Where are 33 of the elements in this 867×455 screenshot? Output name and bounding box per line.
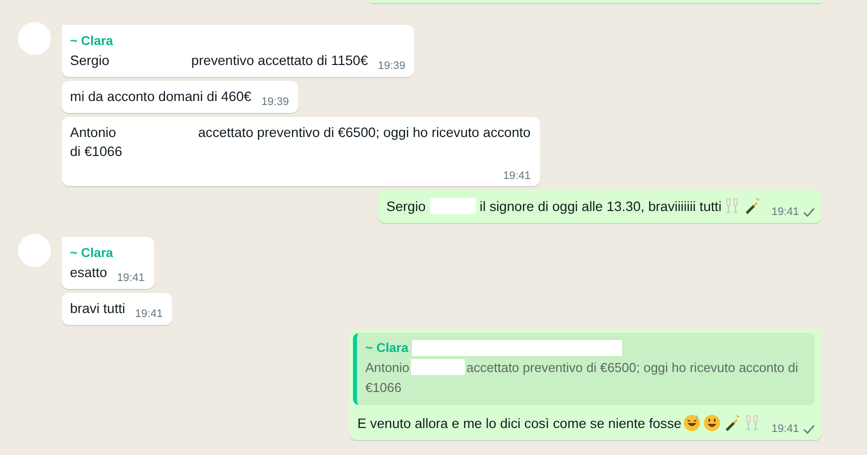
message-text: E venuto allora e me lo dici così come se niente fosse	[357, 416, 682, 431]
message-text: il signore di oggi alle 13.30, braviiiiiii tutti	[480, 199, 722, 214]
sender-name: ~ Clara	[365, 339, 408, 357]
message-time: 19:41	[117, 271, 145, 285]
message-time: 19:41	[135, 307, 163, 321]
message-text: mi da acconto domani di 460€	[70, 89, 252, 104]
avatar[interactable]	[18, 22, 51, 55]
quoted-text: Antonio	[365, 360, 410, 375]
message-text: accettato preventivo di €6500; oggi ho ricevuto acconto	[198, 125, 531, 140]
redaction	[411, 359, 466, 375]
message-time: 19:41	[503, 169, 531, 183]
quoted-text: €1066	[365, 379, 402, 397]
message-text: preventivo accettato di 1150€	[191, 53, 368, 68]
message-time: 19:41	[771, 422, 799, 436]
message-time: 19:39	[378, 59, 406, 73]
message-text: Sergio	[386, 199, 426, 214]
quoted-message[interactable]: ~ Clara Antonio accettato preventivo di €6500; oggi ho ricevuto acconto di €1066	[353, 333, 815, 405]
message-text: Antonio	[70, 125, 116, 140]
redaction	[430, 198, 476, 214]
message-text: esatto	[70, 265, 108, 280]
bottle-icon	[723, 414, 742, 432]
message-text: di €1066	[70, 143, 122, 161]
avatar[interactable]	[18, 234, 51, 267]
quoted-text: accettato preventivo di €6500; oggi ho ricevuto acconto di	[466, 360, 798, 375]
message-time: 19:41	[771, 205, 799, 219]
message-time: 19:39	[261, 95, 289, 109]
sender-name[interactable]: ~ Clara	[70, 31, 406, 51]
smiley-icon	[703, 414, 722, 432]
message-text: bravi tutti	[70, 301, 126, 316]
message-text: Sergio	[70, 53, 110, 68]
bottle-icon	[743, 197, 762, 215]
smiley-icon	[683, 414, 702, 432]
sender-name[interactable]: ~ Clara	[70, 243, 145, 263]
